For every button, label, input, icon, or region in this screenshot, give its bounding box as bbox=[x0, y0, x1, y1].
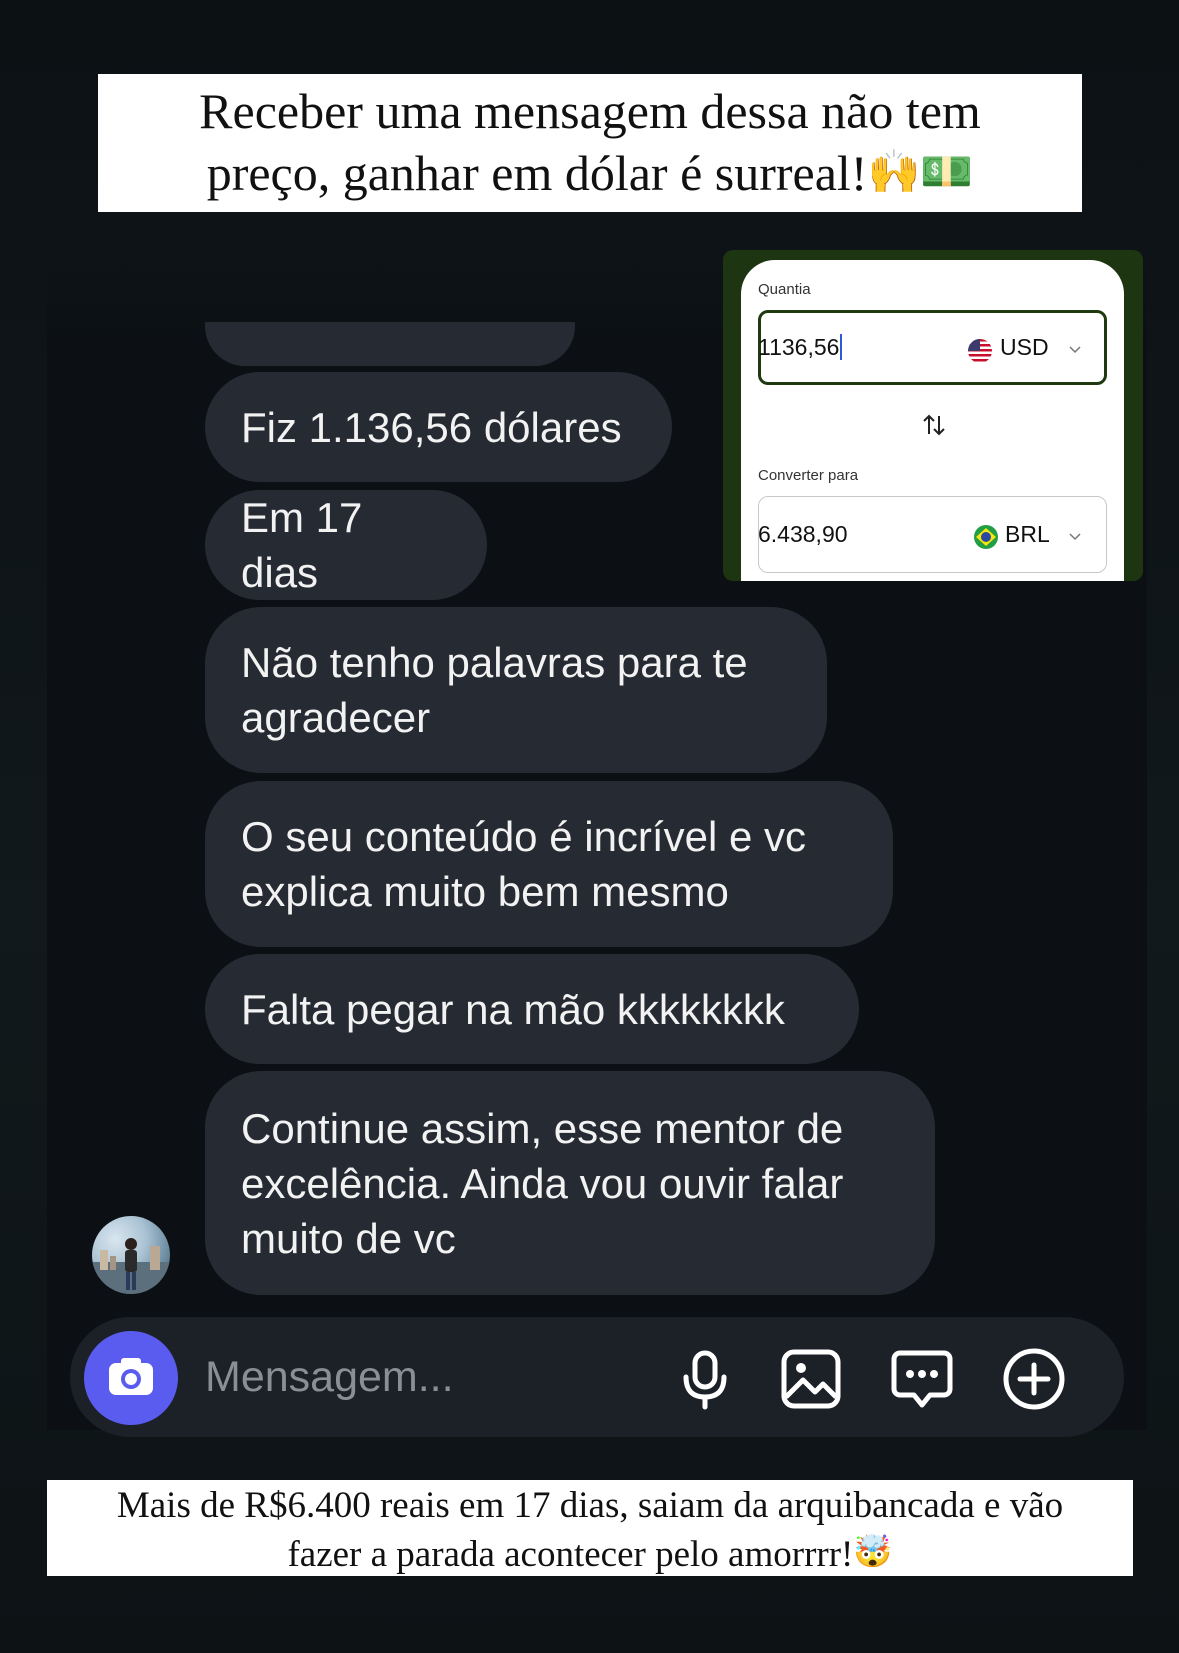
message-text: Não tenho palavras para te agradecer bbox=[241, 639, 748, 741]
camera-icon bbox=[109, 1358, 153, 1395]
bottom-caption: Mais de R$6.400 reais em 17 dias, saiam … bbox=[47, 1480, 1133, 1576]
message-bubble[interactable]: O seu conteúdo é incrível e vc explica m… bbox=[205, 781, 893, 947]
message-text: O seu conteúdo é incrível e vc explica m… bbox=[241, 813, 806, 915]
swap-vertical-icon[interactable] bbox=[921, 412, 947, 438]
message-bubble[interactable]: Continue assim, esse mentor de excelênci… bbox=[205, 1071, 935, 1295]
avatar-image bbox=[92, 1238, 170, 1294]
microphone-icon[interactable] bbox=[673, 1347, 737, 1411]
message-bubble[interactable]: Falta pegar na mão kkkkkkkk bbox=[205, 954, 859, 1064]
message-text: Falta pegar na mão kkkkkkkk bbox=[241, 985, 785, 1033]
currency-converter-screenshot: Quantia 1136,56 USD Converter para 6.438… bbox=[723, 250, 1143, 581]
camera-button[interactable] bbox=[84, 1331, 178, 1425]
bottom-caption-line-2: fazer a parada acontecer pelo amorrrr! bbox=[287, 1534, 854, 1575]
to-currency-select[interactable]: BRL bbox=[1005, 521, 1050, 548]
raised-hands-money-icon: 🙌💵 bbox=[867, 148, 974, 197]
message-composer: Mensagem... bbox=[70, 1317, 1124, 1437]
message-text: Em 17 dias bbox=[241, 494, 363, 596]
top-caption-line-2: preço, ganhar em dólar é surreal! bbox=[206, 145, 868, 201]
sticker-chat-icon[interactable] bbox=[890, 1347, 954, 1411]
sender-avatar[interactable] bbox=[92, 1216, 170, 1294]
gallery-icon[interactable] bbox=[779, 1347, 843, 1411]
amount-label: Quantia bbox=[758, 281, 811, 298]
from-currency-select[interactable]: USD bbox=[1000, 334, 1049, 361]
chevron-down-icon[interactable] bbox=[1068, 343, 1082, 357]
us-flag-icon bbox=[968, 339, 992, 363]
chevron-down-icon[interactable] bbox=[1068, 530, 1082, 544]
message-bubble[interactable]: Não tenho palavras para te agradecer bbox=[205, 607, 827, 773]
brazil-flag-icon bbox=[974, 525, 998, 549]
message-text: Continue assim, esse mentor de excelênci… bbox=[241, 1104, 844, 1262]
top-caption-line-1: Receber uma mensagem dessa não tem bbox=[199, 83, 981, 139]
mind-blown-icon: 🤯 bbox=[853, 1534, 893, 1570]
amount-value: 1136,56 bbox=[758, 334, 840, 360]
bottom-caption-line-1: Mais de R$6.400 reais em 17 dias, saiam … bbox=[116, 1485, 1064, 1526]
message-bubble[interactable]: Em 17 dias bbox=[205, 490, 487, 600]
text-cursor bbox=[840, 334, 843, 360]
plus-icon[interactable] bbox=[1002, 1347, 1066, 1411]
amount-input[interactable]: 1136,56 bbox=[758, 334, 843, 361]
partial-message-bubble bbox=[205, 322, 575, 366]
top-caption: Receber uma mensagem dessa não tem preço… bbox=[98, 74, 1082, 212]
convert-to-label: Converter para bbox=[758, 467, 859, 484]
converted-value: 6.438,90 bbox=[758, 521, 848, 547]
message-input[interactable]: Mensagem... bbox=[205, 1347, 454, 1407]
message-bubble[interactable]: Fiz 1.136,56 dólares bbox=[205, 372, 672, 482]
message-text: Fiz 1.136,56 dólares bbox=[241, 403, 622, 451]
currency-converter-card: Quantia 1136,56 USD Converter para 6.438… bbox=[741, 260, 1124, 581]
